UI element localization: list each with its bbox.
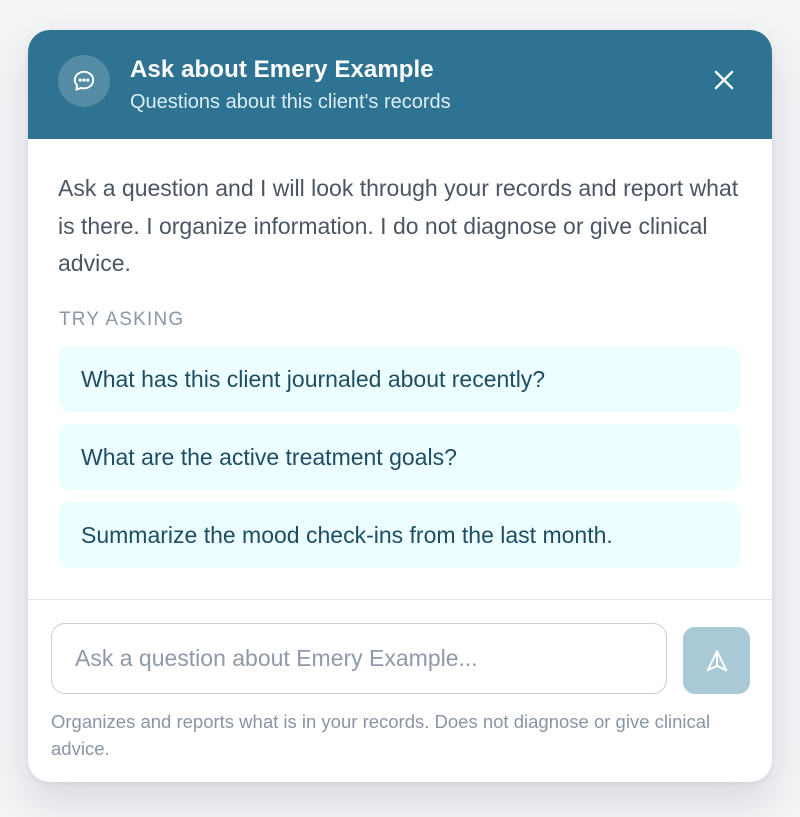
suggestion-journal[interactable]: What has this client journaled about rec… [58, 346, 741, 412]
panel-header: Ask about Emery Example Questions about … [28, 30, 772, 139]
composer-divider [28, 599, 772, 600]
chat-bubble-icon [58, 55, 110, 107]
intro-text: Ask a question and I will look through y… [58, 175, 739, 276]
ask-panel: Ask about Emery Example Questions about … [28, 30, 772, 782]
panel-subtitle: Questions about this client's records [130, 91, 451, 113]
try-asking-label: TRY ASKING [59, 309, 185, 330]
disclaimer-text: Organizes and reports what is in your re… [51, 711, 711, 759]
suggestion-mood[interactable]: Summarize the mood check-ins from the la… [58, 502, 741, 568]
close-button[interactable] [704, 60, 744, 100]
suggestion-goals[interactable]: What are the active treatment goals? [58, 424, 741, 490]
close-icon [714, 70, 734, 90]
send-icon [706, 649, 727, 671]
question-input[interactable] [51, 623, 667, 694]
panel-title: Ask about Emery Example [130, 56, 434, 83]
send-button[interactable] [683, 627, 750, 694]
